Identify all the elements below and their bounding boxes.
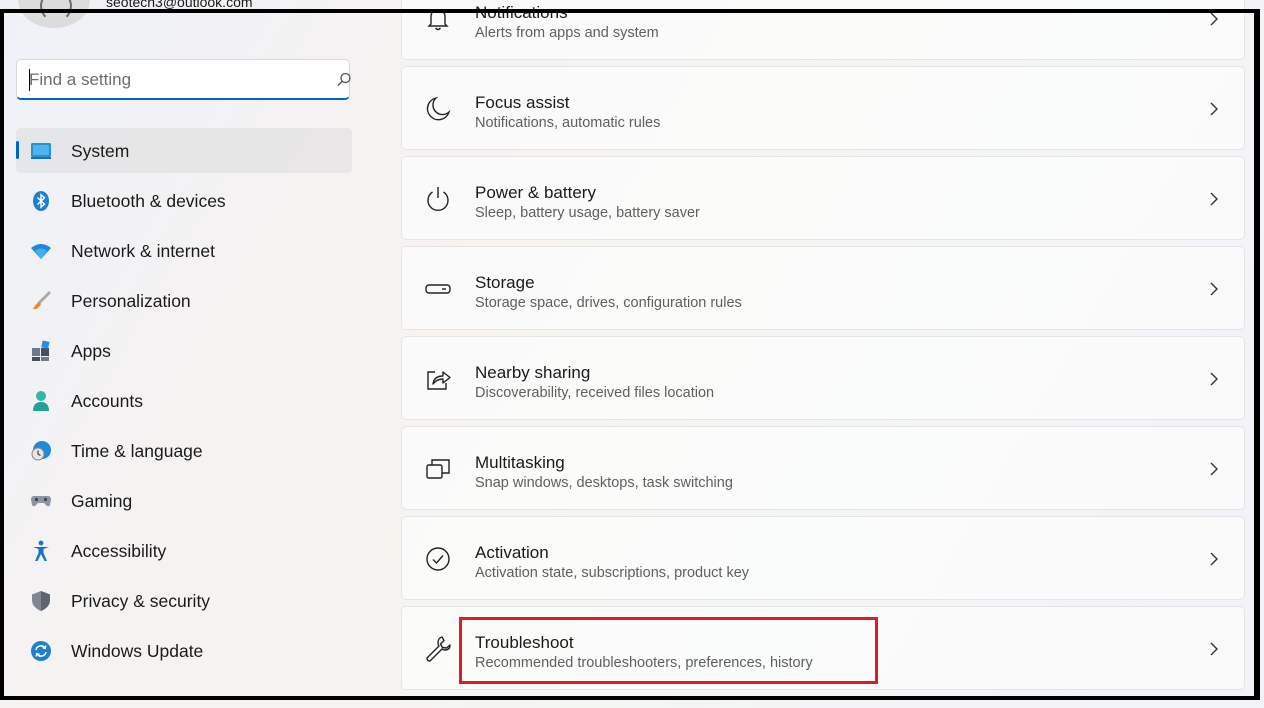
- search-icon[interactable]: [335, 71, 353, 89]
- chevron-right-icon: [1208, 551, 1220, 567]
- setting-title: Power & battery: [475, 183, 596, 202]
- brush-icon: [30, 290, 52, 312]
- setting-card-nearby-sharing[interactable]: Nearby sharing Discoverability, received…: [401, 336, 1245, 420]
- shield-icon: [30, 590, 52, 612]
- sidebar-item-label: Windows Update: [71, 641, 204, 661]
- sidebar-item-network[interactable]: Network & internet: [16, 228, 352, 273]
- sidebar-item-label: Bluetooth & devices: [71, 191, 226, 211]
- sidebar-item-personalization[interactable]: Personalization: [16, 278, 352, 323]
- user-avatar[interactable]: [18, 0, 90, 28]
- search-input[interactable]: [29, 68, 309, 92]
- setting-subtitle: Discoverability, received files location: [475, 385, 715, 401]
- user-email: seotech3@outlook.com: [106, 0, 253, 10]
- system-icon: [30, 140, 52, 162]
- sidebar-item-label: Apps: [71, 341, 111, 361]
- sidebar-item-label: Gaming: [71, 491, 133, 511]
- bluetooth-icon: [30, 190, 52, 212]
- setting-card-power-battery[interactable]: Power & battery Sleep, battery usage, ba…: [401, 156, 1245, 240]
- sidebar-nav: System Bluetooth & devices Network & int…: [16, 128, 352, 678]
- sidebar-item-apps[interactable]: Apps: [16, 328, 352, 373]
- moon-icon: [424, 95, 452, 123]
- chevron-right-icon: [1208, 101, 1220, 117]
- sidebar-item-bluetooth[interactable]: Bluetooth & devices: [16, 178, 352, 223]
- setting-subtitle: Activation state, subscriptions, product…: [475, 565, 750, 581]
- wrench-icon: [424, 635, 452, 663]
- time-language-icon: [30, 440, 52, 462]
- share-icon: [424, 365, 452, 393]
- sidebar-item-label: Privacy & security: [71, 591, 211, 611]
- gamepad-icon: [30, 490, 52, 512]
- setting-title: Storage: [475, 273, 535, 292]
- sidebar-item-label: Time & language: [71, 441, 203, 461]
- setting-title: Activation: [475, 543, 549, 562]
- setting-title: Troubleshoot: [475, 633, 574, 652]
- sidebar-item-time-language[interactable]: Time & language: [16, 428, 352, 473]
- sidebar-item-system[interactable]: System: [16, 128, 352, 173]
- setting-title: Multitasking: [475, 453, 565, 472]
- sidebar-item-accounts[interactable]: Accounts: [16, 378, 352, 423]
- chevron-right-icon: [1208, 641, 1220, 657]
- sidebar-item-label: Accessibility: [71, 541, 167, 561]
- sidebar-item-label: Accounts: [71, 391, 143, 411]
- update-icon: [30, 640, 52, 662]
- settings-list: Notifications Alerts from apps and syste…: [401, 0, 1245, 696]
- setting-subtitle: Recommended troubleshooters, preferences…: [475, 655, 813, 671]
- setting-card-focus-assist[interactable]: Focus assist Notifications, automatic ru…: [401, 66, 1245, 150]
- bell-icon: [424, 5, 452, 33]
- chevron-right-icon: [1208, 191, 1220, 207]
- setting-subtitle: Notifications, automatic rules: [475, 115, 661, 131]
- setting-card-notifications[interactable]: Notifications Alerts from apps and syste…: [401, 0, 1245, 60]
- text-caret: [29, 69, 30, 91]
- setting-subtitle: Sleep, battery usage, battery saver: [475, 205, 700, 221]
- settings-window: seotech3@outlook.com System Bluetooth & …: [0, 0, 1264, 708]
- wifi-icon: [30, 240, 52, 262]
- storage-icon: [424, 275, 452, 303]
- power-icon: [424, 185, 452, 213]
- sidebar-item-windows-update[interactable]: Windows Update: [16, 628, 352, 673]
- sidebar-item-accessibility[interactable]: Accessibility: [16, 528, 352, 573]
- accounts-icon: [30, 390, 52, 412]
- sidebar-item-label: Network & internet: [71, 241, 215, 261]
- setting-subtitle: Alerts from apps and system: [475, 25, 659, 41]
- check-circle-icon: [424, 545, 452, 573]
- setting-title: Focus assist: [475, 93, 570, 112]
- sidebar-item-label: System: [71, 141, 130, 161]
- setting-title: Notifications: [475, 3, 568, 22]
- setting-card-activation[interactable]: Activation Activation state, subscriptio…: [401, 516, 1245, 600]
- setting-card-storage[interactable]: Storage Storage space, drives, configura…: [401, 246, 1245, 330]
- search-box[interactable]: [16, 59, 353, 100]
- selection-indicator: [16, 141, 19, 159]
- sidebar-item-label: Personalization: [71, 291, 191, 311]
- setting-card-troubleshoot[interactable]: Troubleshoot Recommended troubleshooters…: [401, 606, 1245, 690]
- sidebar-item-privacy-security[interactable]: Privacy & security: [16, 578, 352, 623]
- chevron-right-icon: [1208, 11, 1220, 27]
- setting-title: Nearby sharing: [475, 363, 591, 382]
- sidebar-item-gaming[interactable]: Gaming: [16, 478, 352, 523]
- setting-subtitle: Storage space, drives, configuration rul…: [475, 295, 742, 311]
- chevron-right-icon: [1208, 281, 1220, 297]
- setting-card-multitasking[interactable]: Multitasking Snap windows, desktops, tas…: [401, 426, 1245, 510]
- setting-subtitle: Snap windows, desktops, task switching: [475, 475, 733, 491]
- apps-icon: [30, 340, 52, 362]
- accessibility-icon: [30, 540, 52, 562]
- multitasking-icon: [424, 455, 452, 483]
- chevron-right-icon: [1208, 371, 1220, 387]
- chevron-right-icon: [1208, 461, 1220, 477]
- screenshot-border-right: [1254, 9, 1260, 700]
